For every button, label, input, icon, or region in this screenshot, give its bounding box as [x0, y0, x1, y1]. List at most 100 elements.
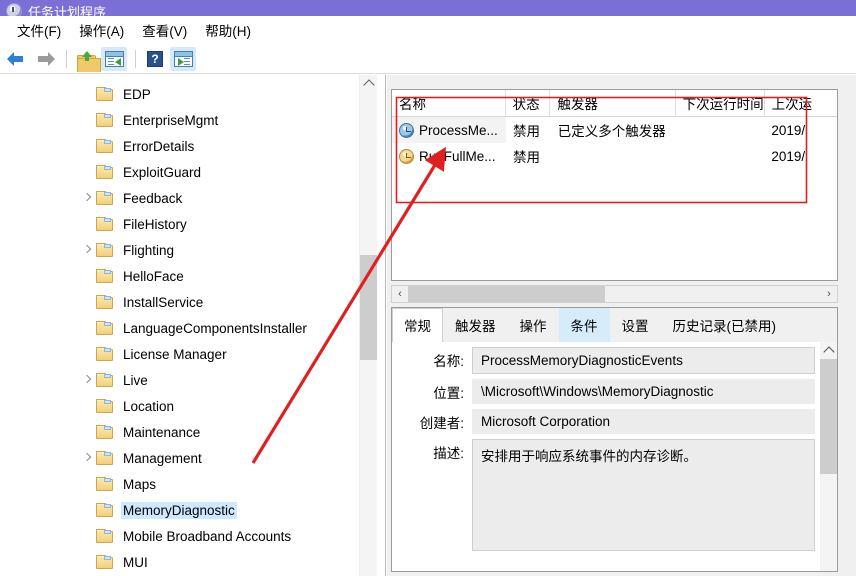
scrollbar-thumb[interactable] — [360, 255, 377, 360]
folder-icon — [96, 321, 113, 335]
folder-icon — [96, 399, 113, 413]
tree-item-live[interactable]: Live — [0, 367, 360, 393]
folder-icon — [96, 295, 113, 309]
tree-item-languagecomponentsinstaller[interactable]: LanguageComponentsInstaller — [0, 315, 360, 341]
tab-2[interactable]: 操作 — [508, 308, 559, 342]
tree-item-label: EnterpriseMgmt — [123, 112, 219, 128]
tree-item-license-manager[interactable]: License Manager — [0, 341, 360, 367]
folder-icon — [96, 503, 113, 517]
folder-icon — [96, 373, 113, 387]
folder-icon — [96, 477, 113, 491]
forward-button[interactable] — [32, 47, 58, 71]
tab-4[interactable]: 设置 — [610, 308, 661, 342]
task-list-horizontal-scrollbar[interactable]: ‹ › — [391, 285, 838, 303]
chevron-right-icon[interactable] — [82, 245, 92, 255]
task-trigger-cell — [551, 143, 677, 169]
field-name-row: 名称: ProcessMemoryDiagnosticEvents — [392, 342, 837, 374]
tree-item-label: Flighting — [123, 242, 175, 258]
menu-file[interactable]: 文件(F) — [8, 17, 70, 43]
menu-action[interactable]: 操作(A) — [70, 17, 133, 43]
scroll-right-button[interactable]: › — [821, 286, 837, 302]
tree-item-label: ErrorDetails — [123, 138, 195, 154]
task-status-cell: 禁用 — [513, 150, 540, 165]
detail-vertical-scrollbar[interactable] — [820, 342, 837, 571]
tree-item-label: FileHistory — [123, 216, 187, 232]
tree-item-label: Live — [123, 372, 148, 388]
tab-5[interactable]: 历史记录(已禁用) — [661, 308, 789, 342]
tree-item-errordetails[interactable]: ErrorDetails — [0, 133, 360, 159]
column-header-3[interactable]: 下次运行时间 — [675, 90, 765, 116]
column-header-2[interactable]: 触发器 — [550, 90, 676, 116]
column-header-1[interactable]: 状态 — [505, 90, 551, 116]
scroll-left-button[interactable]: ‹ — [392, 286, 408, 302]
task-next_run-cell — [676, 143, 764, 169]
tree-item-mui[interactable]: MUI — [0, 549, 360, 575]
menu-view[interactable]: 查看(V) — [133, 17, 196, 43]
detail-scroll-up-button[interactable] — [820, 342, 837, 359]
tree-item-feedback[interactable]: Feedback — [0, 185, 360, 211]
toolbar-separator-2 — [135, 49, 136, 68]
tree-item-installservice[interactable]: InstallService — [0, 289, 360, 315]
tree-item-label: InstallService — [123, 294, 204, 310]
location-label: 位置: — [433, 386, 464, 401]
description-label: 描述: — [433, 446, 464, 461]
tree-item-location[interactable]: Location — [0, 393, 360, 419]
tab-3[interactable]: 条件 — [558, 308, 610, 342]
task-next_run-cell — [676, 117, 764, 143]
tree-vertical-scrollbar[interactable] — [359, 75, 377, 576]
scroll-up-button[interactable] — [360, 75, 377, 92]
detail-scrollbar-thumb[interactable] — [820, 359, 837, 474]
show-hide-action-pane-button[interactable] — [170, 46, 196, 71]
chevron-right-icon[interactable] — [82, 375, 92, 385]
tab-1[interactable]: 触发器 — [443, 308, 508, 342]
chevron-right-icon[interactable] — [82, 193, 92, 203]
menu-bar: 文件(F) 操作(A) 查看(V) 帮助(H) — [0, 16, 856, 44]
tree-item-enterprisemgmt[interactable]: EnterpriseMgmt — [0, 107, 360, 133]
tree-item-maps[interactable]: Maps — [0, 471, 360, 497]
toolbar-separator-1 — [66, 49, 67, 68]
help-button[interactable]: ? — [142, 47, 168, 71]
task-row[interactable]: RunFullMe... 禁用 2019/ — [392, 143, 837, 169]
hscroll-thumb[interactable] — [408, 286, 605, 302]
folder-tree[interactable]: EDP EnterpriseMgmt ErrorDetails ExploitGuar… — [0, 81, 360, 576]
tree-item-label: EDP — [123, 86, 151, 102]
tree-item-exploitguard[interactable]: ExploitGuard — [0, 159, 360, 185]
back-button[interactable] — [4, 47, 30, 71]
hscroll-track[interactable] — [408, 286, 821, 302]
chevron-right-icon[interactable] — [82, 453, 92, 463]
tree-item-label: License Manager — [123, 346, 227, 362]
tree-item-helloface[interactable]: HelloFace — [0, 263, 360, 289]
tree-item-memorydiagnostic[interactable]: MemoryDiagnostic — [0, 497, 360, 523]
task-name-label: ProcessMe... — [419, 122, 498, 138]
clock-icon — [6, 3, 22, 16]
task-list-header[interactable]: 名称 状态 触发器 下次运行时间 上次运 — [392, 90, 837, 117]
tree-item-mobile-broadband-accounts[interactable]: Mobile Broadband Accounts — [0, 523, 360, 549]
question-mark-icon: ? — [147, 50, 163, 67]
tree-item-label: MUI — [123, 554, 148, 570]
show-hide-console-tree-button[interactable] — [101, 46, 127, 71]
tree-item-label: HelloFace — [123, 268, 184, 284]
menu-help[interactable]: 帮助(H) — [196, 17, 260, 43]
name-label: 名称: — [433, 354, 464, 369]
name-value[interactable]: ProcessMemoryDiagnosticEvents — [472, 347, 815, 374]
column-header-4[interactable]: 上次运 — [764, 90, 837, 116]
tree-item-maintenance[interactable]: Maintenance — [0, 419, 360, 445]
tree-item-flighting[interactable]: Flighting — [0, 237, 360, 263]
tree-item-management[interactable]: Management — [0, 445, 360, 471]
task-row[interactable]: ProcessMe... 禁用 已定义多个触发器 2019/ — [392, 117, 837, 143]
column-header-0[interactable]: 名称 — [392, 90, 506, 116]
task-trigger-cell: 已定义多个触发器 — [557, 124, 666, 139]
console-tree-icon — [104, 50, 124, 67]
tab-0[interactable]: 常规 — [392, 308, 443, 343]
task-list-rows[interactable]: ProcessMe... 禁用 已定义多个触发器 2019/RunFullMe... 禁… — [392, 117, 837, 169]
description-value[interactable]: 安排用于响应系统事件的内存诊断。 — [472, 439, 815, 551]
task-list: 名称 状态 触发器 下次运行时间 上次运 ProcessMe... 禁用 已定义多个触发器 2… — [391, 89, 838, 281]
detail-tab-strip[interactable]: 常规 触发器 操作 条件 设置 历史记录(已禁用) — [392, 308, 837, 343]
window-title: 任务计划程序 — [28, 5, 107, 16]
up-one-level-button[interactable] — [73, 47, 101, 72]
tree-item-label: Maps — [123, 476, 157, 492]
tree-item-filehistory[interactable]: FileHistory — [0, 211, 360, 237]
folder-up-icon — [76, 50, 101, 72]
tree-item-edp[interactable]: EDP — [0, 81, 360, 107]
task-properties-panel: 常规 触发器 操作 条件 设置 历史记录(已禁用) 名称: ProcessMemoryDi… — [391, 307, 838, 572]
